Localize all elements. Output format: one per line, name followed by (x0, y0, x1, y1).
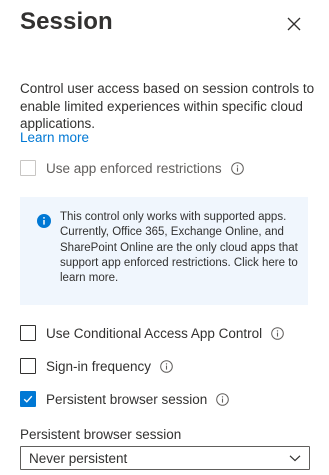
info-icon[interactable] (216, 392, 230, 406)
info-icon[interactable] (271, 326, 284, 340)
session-panel: Session Control user access based on ses… (0, 0, 329, 475)
signin-frequency-checkbox[interactable] (20, 358, 36, 374)
app-control-checkbox[interactable] (20, 325, 36, 341)
info-message-box[interactable]: This control only works with supported a… (20, 197, 308, 305)
signin-frequency-label: Sign-in frequency (46, 358, 152, 374)
info-message-text: This control only works with supported a… (60, 211, 298, 285)
signin-frequency-row[interactable]: Sign-in frequency (20, 358, 173, 374)
info-icon[interactable] (230, 161, 244, 175)
info-filled-icon (37, 214, 51, 228)
app-control-row[interactable]: Use Conditional Access App Control (20, 325, 284, 341)
app-enforced-label: Use app enforced restrictions (46, 160, 222, 176)
app-control-label: Use Conditional Access App Control (46, 325, 263, 341)
persistent-session-label: Persistent browser session (46, 391, 208, 407)
persistent-session-dropdown[interactable]: Never persistent (20, 446, 310, 470)
checkmark-icon (23, 395, 33, 403)
description-text: Control user access based on session con… (20, 81, 315, 131)
panel-title: Session (20, 8, 113, 35)
close-icon[interactable] (283, 13, 305, 35)
info-icon[interactable] (160, 359, 173, 373)
dropdown-selected-value: Never persistent (29, 450, 128, 466)
persistent-session-row[interactable]: Persistent browser session (20, 391, 230, 407)
learn-more-link[interactable]: Learn more (20, 130, 89, 145)
app-enforced-checkbox[interactable] (20, 160, 36, 176)
persistent-session-select-label: Persistent browser session (20, 427, 182, 442)
persistent-session-checkbox[interactable] (20, 391, 36, 407)
chevron-down-icon (289, 455, 301, 462)
app-enforced-row[interactable]: Use app enforced restrictions (20, 160, 244, 176)
